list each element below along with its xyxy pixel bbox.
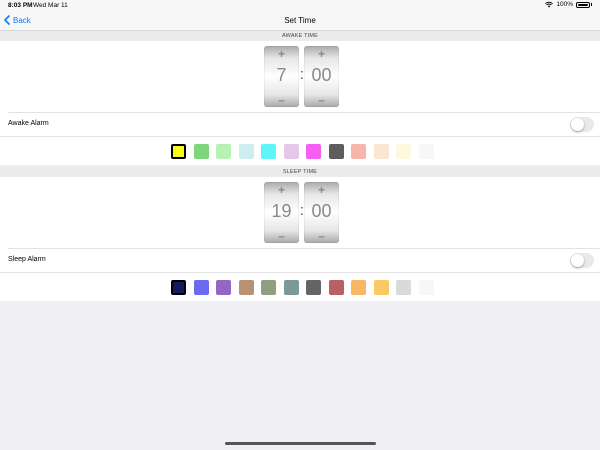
battery-icon bbox=[576, 1, 590, 8]
sleep-hour-wheel[interactable]: + 19 – bbox=[264, 182, 299, 243]
awake-color-swatch[interactable] bbox=[238, 144, 254, 159]
sleep-color-swatch[interactable] bbox=[306, 280, 321, 295]
status-right: 100% bbox=[545, 1, 592, 8]
awake-hour-value: 7 bbox=[276, 65, 287, 85]
awake-color-swatch[interactable] bbox=[216, 144, 231, 159]
sleep-color-swatch[interactable] bbox=[193, 280, 209, 295]
awake-section: + 7 – : + 00 – Awake Alarm bbox=[0, 41, 600, 165]
awake-minute-decrement-button[interactable]: – bbox=[304, 93, 339, 107]
toggle-knob bbox=[571, 254, 584, 267]
awake-alarm-row: Awake Alarm bbox=[8, 112, 600, 136]
sleep-minute-increment-button[interactable]: + bbox=[304, 183, 339, 197]
home-indicator[interactable] bbox=[225, 442, 376, 445]
sleep-color-swatch[interactable] bbox=[216, 280, 231, 295]
awake-color-swatch[interactable] bbox=[328, 144, 344, 159]
sleep-alarm-label: Sleep Alarm bbox=[8, 256, 46, 263]
sleep-color-swatch[interactable] bbox=[261, 280, 276, 295]
sleep-color-swatch[interactable] bbox=[238, 280, 254, 295]
sleep-color-swatch[interactable] bbox=[171, 280, 186, 295]
battery-tip bbox=[591, 3, 592, 6]
sleep-alarm-toggle[interactable] bbox=[570, 253, 594, 268]
awake-minute-wheel[interactable]: + 00 – bbox=[304, 46, 339, 107]
awake-minute-increment-button[interactable]: + bbox=[304, 47, 339, 61]
sleep-color-palette bbox=[0, 272, 600, 302]
sleep-time-picker: + 19 – : + 00 – bbox=[264, 182, 340, 243]
sleep-hour-increment-button[interactable]: + bbox=[264, 183, 299, 197]
awake-hour-decrement-button[interactable]: – bbox=[264, 93, 299, 107]
sleep-time-header: SLEEP TIME bbox=[0, 167, 600, 177]
awake-color-swatch[interactable] bbox=[193, 144, 209, 159]
sleep-section: + 19 – : + 00 – Sleep Alarm bbox=[0, 177, 600, 301]
awake-color-swatch[interactable] bbox=[373, 144, 389, 159]
awake-color-swatch[interactable] bbox=[396, 144, 411, 159]
sleep-hour-decrement-button[interactable]: – bbox=[264, 229, 299, 243]
sleep-color-swatch[interactable] bbox=[328, 280, 344, 295]
wifi-icon bbox=[545, 1, 554, 8]
navigation-bar: Back Set Time bbox=[0, 12, 600, 31]
awake-color-swatch[interactable] bbox=[283, 144, 299, 159]
sleep-minute-value: 00 bbox=[311, 201, 332, 221]
awake-color-swatch[interactable] bbox=[261, 144, 276, 159]
awake-time-header: AWAKE TIME bbox=[0, 31, 600, 41]
page-title: Set Time bbox=[284, 16, 316, 25]
awake-alarm-label: Awake Alarm bbox=[8, 120, 49, 127]
status-date: Wed Mar 11 bbox=[33, 2, 68, 9]
awake-color-swatch[interactable] bbox=[351, 144, 366, 159]
sleep-color-swatch[interactable] bbox=[373, 280, 389, 295]
status-bar: 8:03 PM Wed Mar 11 100% bbox=[0, 0, 600, 12]
awake-color-palette bbox=[0, 136, 600, 166]
sleep-color-swatch[interactable] bbox=[351, 280, 366, 295]
awake-hour-wheel[interactable]: + 7 – bbox=[264, 46, 299, 107]
awake-minute-value: 00 bbox=[311, 65, 332, 85]
sleep-color-swatch[interactable] bbox=[418, 280, 434, 295]
awake-time-picker: + 7 – : + 00 – bbox=[264, 46, 340, 107]
sleep-hour-value: 19 bbox=[271, 201, 292, 221]
sleep-minute-wheel[interactable]: + 00 – bbox=[304, 182, 339, 243]
awake-color-swatch[interactable] bbox=[171, 144, 186, 159]
awake-color-swatch[interactable] bbox=[418, 144, 434, 159]
sleep-minute-decrement-button[interactable]: – bbox=[304, 229, 339, 243]
awake-color-swatch[interactable] bbox=[306, 144, 321, 159]
sleep-color-swatch[interactable] bbox=[283, 280, 299, 295]
battery-percent: 100% bbox=[556, 1, 573, 8]
awake-alarm-toggle[interactable] bbox=[570, 117, 594, 132]
toggle-knob bbox=[571, 118, 584, 131]
sleep-color-swatch[interactable] bbox=[396, 280, 411, 295]
status-time: 8:03 PM bbox=[8, 2, 33, 9]
awake-hour-increment-button[interactable]: + bbox=[264, 47, 299, 61]
sleep-alarm-row: Sleep Alarm bbox=[8, 248, 600, 272]
